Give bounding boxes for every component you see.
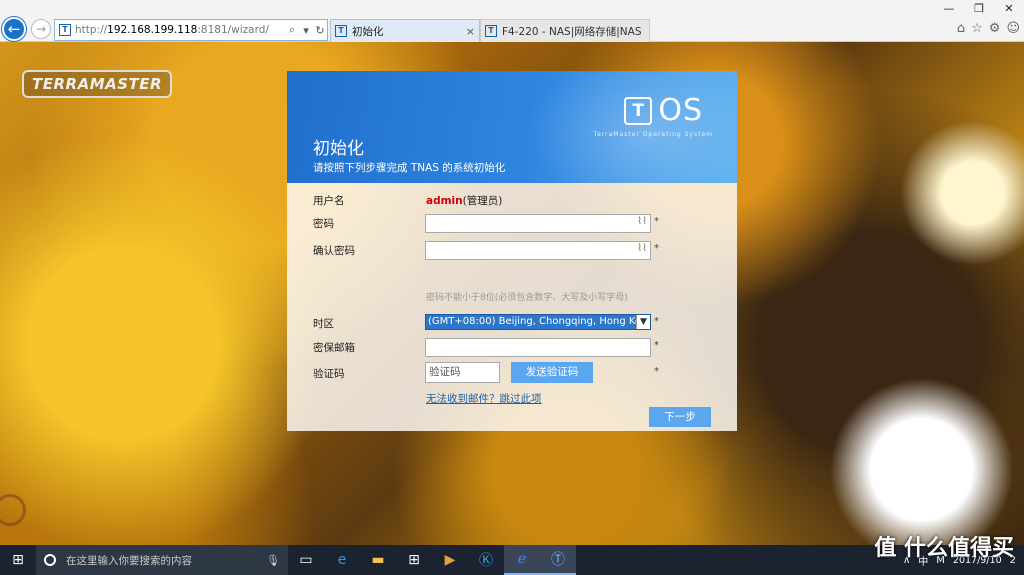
password-hint: 密码不能小于8位(必须包含数字、大写及小写字母) [426, 293, 628, 303]
show-password-icon[interactable]: ⌇⌇ [637, 243, 647, 254]
address-url[interactable]: http://192.168.199.118:8181/wizard/ [75, 24, 285, 36]
site-favicon-icon: T [59, 24, 71, 36]
taskbar-search[interactable]: 在这里输入你要搜索的内容 🎙 [36, 545, 288, 575]
store-icon[interactable]: ⊞ [396, 545, 432, 575]
send-code-button[interactable]: 发送验证码 [511, 362, 593, 383]
search-icon[interactable]: ⌕ [285, 23, 299, 37]
taskbar: ⊞ 在这里输入你要搜索的内容 🎙 ▭ e ▬ ⊞ ▶ Ⓚ ℯ Ⓣ ∧ 中 M 2… [0, 545, 1024, 575]
required-mark: * [654, 216, 659, 227]
username-value: admin(管理员) [426, 195, 503, 207]
home-icon[interactable]: ⌂ [957, 21, 965, 36]
tab-f4-220[interactable]: T F4-220 - NAS|网络存储|NAS... [480, 19, 650, 42]
tos-app-icon[interactable]: Ⓣ [540, 545, 576, 575]
refresh-icon[interactable]: ↻ [313, 24, 327, 37]
forward-button[interactable]: → [31, 19, 51, 39]
tab-title: F4-220 - NAS|网络存储|NAS... [502, 25, 642, 38]
required-mark: * [654, 340, 659, 351]
timezone-select[interactable]: (GMT+08:00) Beijing, Chongqing, Hong Kon… [425, 314, 651, 330]
cortana-icon [44, 554, 56, 566]
settings-gear-icon[interactable]: ⚙ [989, 21, 1001, 36]
dialog-header: T OS TerraMaster Operating System 初始化 请按… [287, 71, 737, 183]
tab-favicon-icon: T [485, 25, 497, 37]
tos-logo-mark-icon: T [624, 96, 653, 125]
required-mark: * [654, 243, 659, 254]
email-field[interactable] [425, 338, 651, 357]
dialog-body: 用户名 admin(管理员) 密码 ⌇⌇ * 确认密码 ⌇⌇ * 密码不能小于8… [287, 183, 737, 431]
timezone-label: 时区 [313, 318, 334, 330]
tos-logo-subtitle: TerraMaster Operating System [593, 131, 713, 138]
dialog-subtitle: 请按照下列步骤完成 TNAS 的系统初始化 [313, 162, 506, 174]
restore-button[interactable]: ❐ [964, 0, 994, 18]
required-mark: * [654, 316, 659, 327]
back-button[interactable]: ← [2, 17, 26, 41]
k-app-icon[interactable]: Ⓚ [468, 545, 504, 575]
skip-email-link[interactable]: 无法收到邮件？跳过此项 [426, 391, 542, 406]
confirm-password-label: 确认密码 [313, 245, 355, 257]
password-label: 密码 [313, 218, 334, 230]
search-placeholder: 在这里输入你要搜索的内容 [66, 554, 192, 567]
internet-explorer-icon[interactable]: ℯ [504, 545, 540, 575]
code-input[interactable]: 验证码 [425, 362, 500, 383]
tab-favicon-icon: T [335, 25, 347, 37]
favorites-star-icon[interactable]: ☆ [971, 21, 983, 36]
edge-browser-icon[interactable]: e [324, 545, 360, 575]
address-bar[interactable]: T http://192.168.199.118:8181/wizard/ ⌕ … [54, 19, 328, 41]
browser-chrome: ← → T http://192.168.199.118:8181/wizard… [0, 0, 1024, 42]
email-label: 密保邮箱 [313, 342, 355, 354]
tos-logo: T OS [624, 93, 703, 128]
site-watermark: 值 什么值得买 [874, 536, 1014, 561]
password-field[interactable]: ⌇⌇ [425, 214, 651, 233]
task-view-icon[interactable]: ▭ [288, 545, 324, 575]
terramaster-logo: TERRAMASTER [22, 70, 173, 98]
tab-close-icon[interactable]: × [466, 25, 475, 38]
show-password-icon[interactable]: ⌇⌇ [637, 216, 647, 227]
tos-logo-text: OS [658, 93, 703, 128]
file-explorer-icon[interactable]: ▬ [360, 545, 396, 575]
tab-init[interactable]: T 初始化 × [330, 19, 480, 42]
tab-title: 初始化 [352, 25, 384, 38]
username-label: 用户名 [313, 195, 345, 207]
windows-start-icon[interactable]: ⊞ [0, 552, 36, 568]
timezone-value: (GMT+08:00) Beijing, Chongqing, Hong Kon [428, 316, 648, 327]
required-mark: * [654, 366, 659, 377]
dialog-title: 初始化 [313, 139, 364, 159]
close-window-button[interactable]: ✕ [994, 0, 1024, 18]
seal-watermark [0, 480, 38, 550]
confirm-password-field[interactable]: ⌇⌇ [425, 241, 651, 260]
window-controls: — ❐ ✕ [934, 0, 1024, 18]
chevron-down-icon[interactable]: ▼ [636, 315, 650, 329]
dropdown-icon[interactable]: ▾ [299, 24, 313, 37]
code-label: 验证码 [313, 368, 345, 380]
smiley-feedback-icon[interactable]: ☺ [1006, 21, 1020, 36]
minimize-button[interactable]: — [934, 0, 964, 18]
next-button[interactable]: 下一步 [649, 407, 711, 427]
init-dialog: T OS TerraMaster Operating System 初始化 请按… [287, 71, 737, 431]
browser-tools: ⌂ ☆ ⚙ ☺ [957, 21, 1020, 36]
microphone-icon[interactable]: 🎙 [266, 554, 280, 567]
media-player-icon[interactable]: ▶ [432, 545, 468, 575]
